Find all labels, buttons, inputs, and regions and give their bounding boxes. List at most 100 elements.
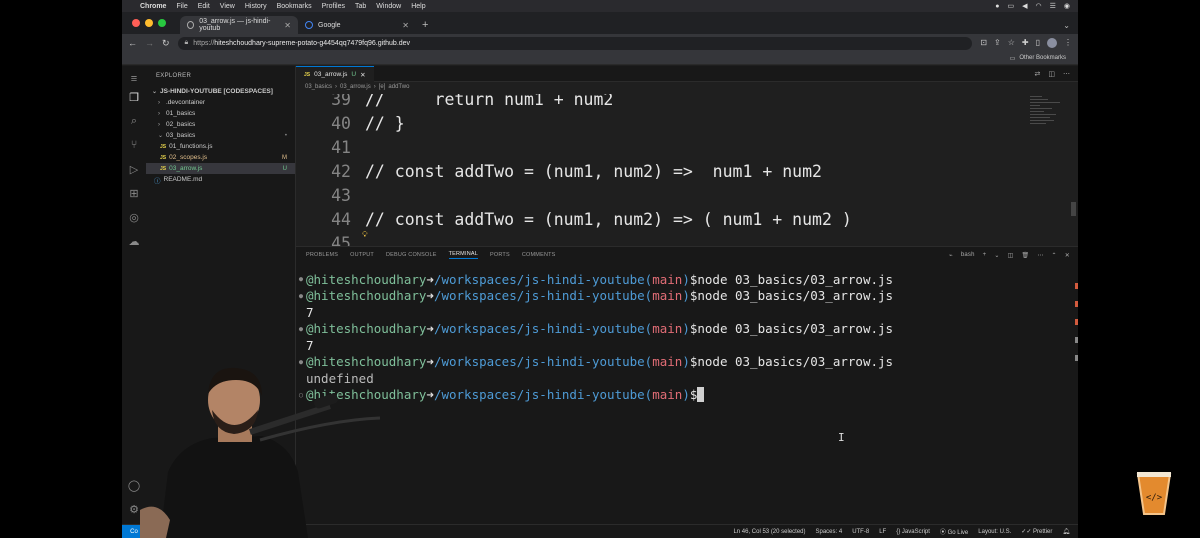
install-app-icon[interactable]: ⊡ [980,38,987,48]
split-editor-icon[interactable]: ◫ [1048,70,1055,78]
menu-bookmarks[interactable]: Bookmarks [277,3,312,10]
menu-edit[interactable]: Edit [198,3,210,10]
run-debug-icon[interactable]: ▷ [127,162,141,176]
tab-search-chevron-icon[interactable]: ⌄ [1063,21,1070,30]
record-icon[interactable]: ● [995,3,999,10]
menu-view[interactable]: View [220,3,235,10]
compare-icon[interactable]: ⇄ [1035,70,1041,78]
prompt-path: /workspaces/js-hindi-youtube [433,288,645,303]
prompt-path: /workspaces/js-hindi-youtube [433,354,645,369]
lightbulb-icon[interactable]: 💡︎ [362,230,368,240]
chevron-down-icon[interactable]: ⌄ [994,252,999,259]
explorer-files-icon[interactable]: ❐ [127,90,141,104]
language-mode[interactable]: {} JavaScript [896,529,930,535]
tree-item-03-basics[interactable]: ⌄ 03_basics • [146,130,295,141]
minimize-window-button[interactable] [145,19,153,27]
address-bar[interactable]: 🔒︎ https://hiteshchoudhary-supreme-potat… [177,36,973,50]
docker-icon[interactable]: ☁ [127,234,141,248]
wifi-icon[interactable]: ◠ [1036,2,1042,10]
prompt-branch: main [652,288,683,303]
browser-tab-google[interactable]: Google ✕ [298,16,416,34]
close-tab-icon[interactable]: ✕ [284,21,291,30]
settings-gear-icon[interactable]: ⚙ [127,502,141,516]
tree-item-label: 02_scopes.js [169,154,208,161]
browser-tab-vscode[interactable]: 03_arrow.js — js-hindi-youtub ✕ [180,16,298,34]
breadcrumb-item[interactable]: 03_basics [305,84,332,90]
volume-icon[interactable]: ◀ [1022,2,1027,10]
js-file-icon: JS [160,154,167,161]
menu-profiles[interactable]: Profiles [322,3,345,10]
new-tab-icon[interactable]: + [422,19,428,31]
editor-scrollbar[interactable] [1071,202,1076,216]
breadcrumb-item[interactable]: addTwo [388,84,409,90]
account-icon[interactable]: ◯ [127,478,141,492]
menubar-app-name[interactable]: Chrome [140,3,166,10]
profile-avatar[interactable] [1047,38,1057,48]
code-area[interactable]: 39 // return num1 + num2 40 // } 41 42 // c… [296,94,1016,246]
extensions-icon[interactable]: ✚ [1022,38,1029,48]
editor-tab-03-arrow[interactable]: JS 03_arrow.js U ✕ [296,66,374,82]
reload-icon[interactable]: ↻ [162,38,170,49]
command-decoration-icon[interactable]: ● [296,325,306,333]
more-actions-icon[interactable]: ⋯ [1063,70,1070,78]
tree-item-03-arrow[interactable]: JS 03_arrow.js U [146,163,295,174]
encoding[interactable]: UTF-8 [852,529,869,535]
tree-item-01-functions[interactable]: JS 01_functions.js [146,141,295,152]
bookmark-star-icon[interactable]: ☆ [1008,38,1015,48]
source-control-icon[interactable]: ⑂ [127,138,141,152]
close-tab-icon[interactable]: ✕ [402,21,409,30]
keyboard-layout[interactable]: Layout: U.S. [978,529,1011,535]
workspace-root[interactable]: ⌄ JS-HINDI-YOUTUBE [CODESPACES] [146,86,295,97]
new-terminal-icon[interactable]: + [983,252,987,258]
tree-item-readme[interactable]: ⓘ README.md [146,174,295,185]
close-window-button[interactable] [132,19,140,27]
breadcrumb-item[interactable]: 03_arrow.js [340,84,371,90]
terminal-shell-label[interactable]: bash [961,252,975,258]
indentation[interactable]: Spaces: 4 [816,529,843,535]
other-bookmarks-link[interactable]: Other Bookmarks [1019,55,1066,61]
menu-help[interactable]: Help [411,3,425,10]
menu-file[interactable]: File [176,3,187,10]
prettier-status[interactable]: ✓✓ Prettier [1021,528,1052,535]
tab-output[interactable]: OUTPUT [350,252,374,258]
notifications-bell-icon[interactable]: 🔔︎ [1062,528,1070,535]
extensions-icon[interactable]: ⊞ [127,186,141,200]
maximize-panel-icon[interactable]: ⌃ [1052,252,1057,259]
github-icon[interactable]: ◎ [127,210,141,224]
tab-ports[interactable]: PORTS [490,252,510,258]
close-tab-icon[interactable]: ✕ [360,71,365,79]
tree-item-02-basics[interactable]: › 02_basics [146,119,295,130]
tree-item-devcontainer[interactable]: › .devcontainer [146,97,295,108]
end-of-line[interactable]: LF [879,529,886,535]
command-decoration-icon[interactable]: ● [296,275,306,283]
menu-icon[interactable]: ≡ [127,72,141,86]
tree-item-02-scopes[interactable]: JS 02_scopes.js M [146,152,295,163]
tab-terminal[interactable]: TERMINAL [448,251,478,259]
minimap[interactable] [1030,96,1066,156]
more-menu-icon[interactable]: ⋮ [1064,38,1072,48]
back-arrow-icon[interactable]: ← [128,38,137,48]
control-center-icon[interactable]: ☰ [1050,2,1056,10]
side-panel-icon[interactable]: ▯ [1036,38,1040,48]
tab-comments[interactable]: COMMENTS [522,252,556,258]
tree-item-01-basics[interactable]: › 01_basics [146,108,295,119]
more-actions-icon[interactable]: ⋯ [1037,252,1043,259]
go-live-button[interactable]: ⦿ Go Live [940,527,968,536]
trash-icon[interactable]: 🗑︎ [1022,252,1030,259]
tab-problems[interactable]: PROBLEMS [306,252,338,258]
close-panel-icon[interactable]: ✕ [1065,252,1070,259]
siri-icon[interactable]: ◉ [1064,2,1070,10]
split-terminal-icon[interactable]: ◫ [1008,252,1014,259]
share-icon[interactable]: ⇪ [994,38,1001,48]
maximize-window-button[interactable] [158,19,166,27]
menu-tab[interactable]: Tab [355,3,366,10]
search-icon[interactable]: ⌕ [127,114,141,128]
screen-icon[interactable]: ▭ [1007,2,1014,10]
terminal-output[interactable]: ● @hiteshchoudhary ➜ /workspaces/js-hindi… [296,271,1066,521]
menu-history[interactable]: History [245,3,267,10]
command-decoration-icon[interactable]: ● [296,292,306,300]
menu-window[interactable]: Window [376,3,401,10]
cursor-position[interactable]: Ln 46, Col 53 (20 selected) [733,529,805,535]
tab-debug-console[interactable]: DEBUG CONSOLE [386,252,437,258]
forward-arrow-icon[interactable]: → [145,38,154,48]
